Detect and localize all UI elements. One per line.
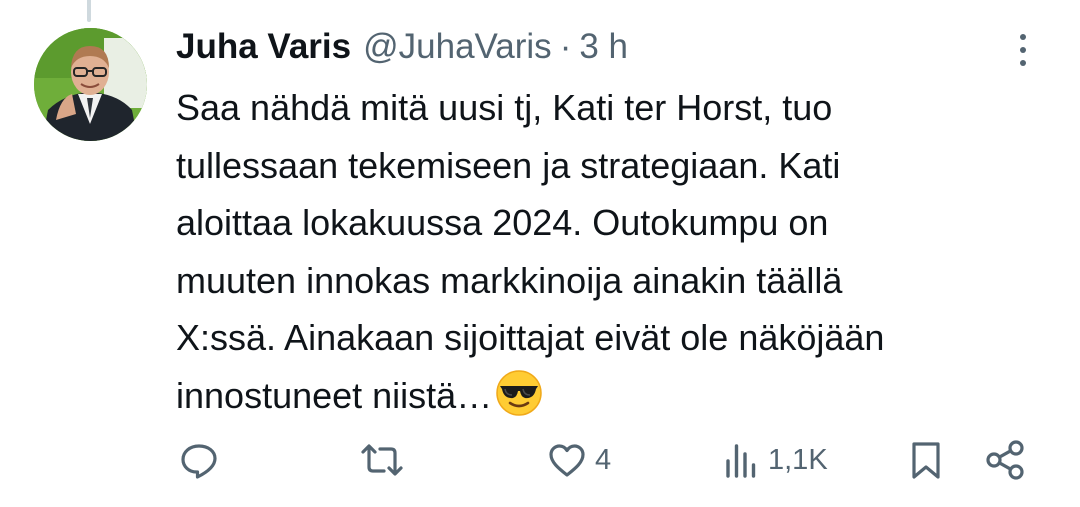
views-button[interactable]: 1,1K [722,432,828,488]
heart-icon [549,444,585,477]
tweet-body: Saa nähdä mitä uusi tj, Kati ter Horst, … [176,87,885,416]
tweet-actions-bar: 4 1,1K [0,432,1080,488]
bookmark-button[interactable] [906,432,946,488]
author-display-name[interactable]: Juha Varis [176,24,351,70]
header-separator: · [559,27,572,66]
thread-connector-line [87,0,91,22]
share-icon [986,440,1024,480]
author-handle[interactable]: @JuhaVaris [363,24,552,70]
reply-button[interactable] [177,432,227,488]
share-button[interactable] [983,432,1027,488]
bookmark-icon [912,442,940,479]
retweet-icon [361,444,403,476]
smiling-face-with-sunglasses-icon [496,369,542,416]
like-button[interactable]: 4 [545,432,611,488]
tweet-text: Saa nähdä mitä uusi tj, Kati ter Horst, … [176,79,1056,424]
retweet-button[interactable] [357,432,413,488]
tweet-header: Juha Varis @JuhaVaris · 3 h [176,24,628,70]
tweet-timestamp[interactable]: 3 h [579,24,628,70]
views-icon [726,444,756,478]
like-count: 4 [595,443,612,476]
more-vertical-icon[interactable] [1006,30,1040,70]
avatar[interactable] [34,28,147,141]
views-count: 1,1K [768,443,828,476]
reply-icon [181,444,217,479]
